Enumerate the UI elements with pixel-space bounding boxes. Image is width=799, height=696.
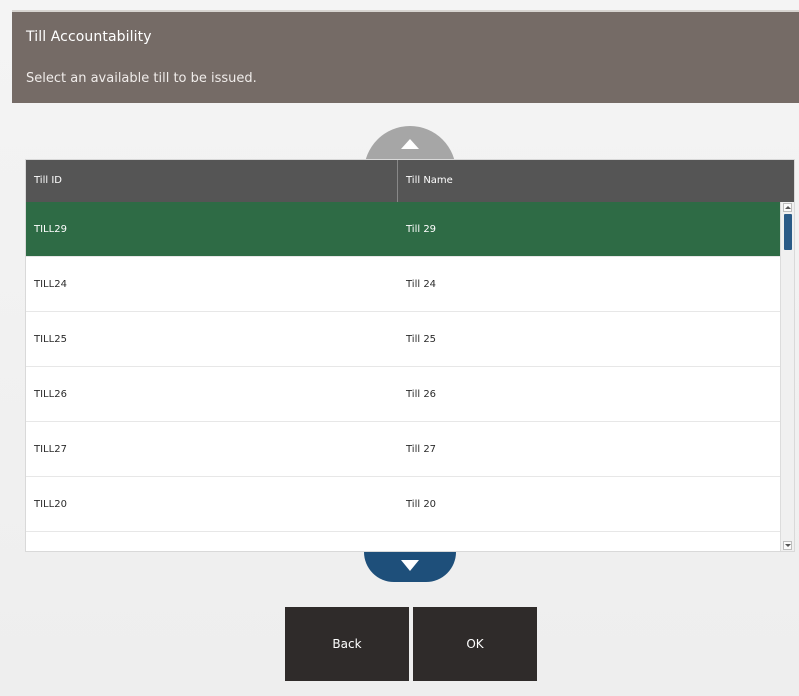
scrollbar-down-arrow-icon[interactable] (783, 541, 792, 550)
page-title: Till Accountability (26, 29, 152, 45)
header-panel: Till Accountability Select an available … (12, 12, 799, 103)
table-scrollbar[interactable] (780, 202, 794, 551)
table-row[interactable]: TILL26 Till 26 (26, 367, 780, 422)
ok-button[interactable]: OK (413, 607, 537, 681)
chevron-up-icon (401, 139, 419, 149)
till-table: Till ID Till Name TILL29 Till 29 TILL24 … (25, 159, 795, 552)
scrollbar-thumb[interactable] (784, 214, 792, 250)
column-header-till-name[interactable]: Till Name (398, 160, 780, 202)
till-id-cell: TILL20 (34, 499, 67, 510)
table-body: TILL29 Till 29 TILL24 Till 24 TILL25 Til… (26, 202, 780, 532)
till-name-cell: Till 24 (406, 279, 437, 290)
chevron-down-icon (401, 560, 419, 571)
table-row[interactable]: TILL24 Till 24 (26, 257, 780, 312)
column-header-till-id[interactable]: Till ID (26, 160, 398, 202)
till-id-cell: TILL24 (34, 279, 67, 290)
back-button[interactable]: Back (285, 607, 409, 681)
till-name-cell: Till 25 (406, 334, 437, 345)
scroll-down-button[interactable] (364, 552, 456, 582)
page-subtitle: Select an available till to be issued. (26, 71, 257, 86)
till-id-cell: TILL29 (34, 224, 67, 235)
till-name-cell: Till 26 (406, 389, 437, 400)
till-accountability-screen: Till Accountability Select an available … (0, 0, 799, 696)
till-name-cell: Till 20 (406, 499, 437, 510)
table-header: Till ID Till Name (26, 160, 794, 202)
table-row[interactable]: TILL20 Till 20 (26, 477, 780, 532)
till-name-cell: Till 27 (406, 444, 437, 455)
scrollbar-up-arrow-icon[interactable] (783, 203, 792, 212)
till-id-cell: TILL26 (34, 389, 67, 400)
till-name-cell: Till 29 (406, 224, 437, 235)
till-id-cell: TILL27 (34, 444, 67, 455)
till-id-cell: TILL25 (34, 334, 67, 345)
table-row[interactable]: TILL27 Till 27 (26, 422, 780, 477)
table-row[interactable]: TILL25 Till 25 (26, 312, 780, 367)
table-row[interactable]: TILL29 Till 29 (26, 202, 780, 257)
